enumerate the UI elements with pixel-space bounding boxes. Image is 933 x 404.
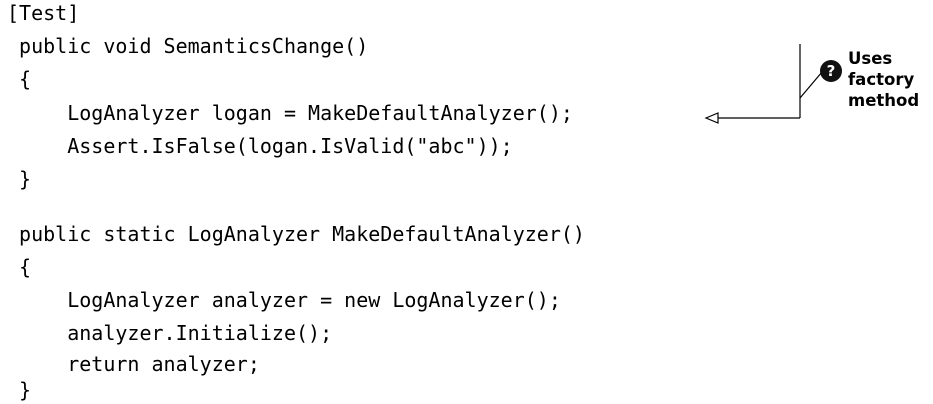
callout-number-badge: ? [820, 60, 842, 82]
callout-text-line: method [848, 91, 920, 110]
callout-text-line: Uses [848, 49, 893, 68]
code-line-close-brace: } [7, 167, 32, 191]
code-line-new-analyzer: LogAnalyzer analyzer = new LogAnalyzer()… [7, 288, 561, 312]
code-line-factory-call: LogAnalyzer logan = MakeDefaultAnalyzer(… [7, 101, 573, 125]
code-line-method-signature: public void SemanticsChange() [7, 34, 369, 58]
callout-text-line: factory [848, 70, 915, 89]
code-line-open-brace: { [7, 67, 32, 91]
code-line-initialize: analyzer.Initialize(); [7, 321, 333, 345]
code-line-assert: Assert.IsFalse(logan.IsValid("abc")); [7, 134, 513, 158]
code-line-return: return analyzer; [7, 352, 260, 376]
code-line-factory-signature: public static LogAnalyzer MakeDefaultAna… [7, 222, 585, 246]
code-line-open-brace: { [7, 255, 32, 279]
code-annotation: ? Uses factory method [820, 44, 930, 134]
code-listing: [Test] public void SemanticsChange() { L… [0, 0, 933, 404]
code-line-test-attribute: [Test] [7, 1, 80, 25]
code-line-close-brace: } [7, 378, 32, 402]
callout-text: Uses factory method [848, 48, 919, 111]
